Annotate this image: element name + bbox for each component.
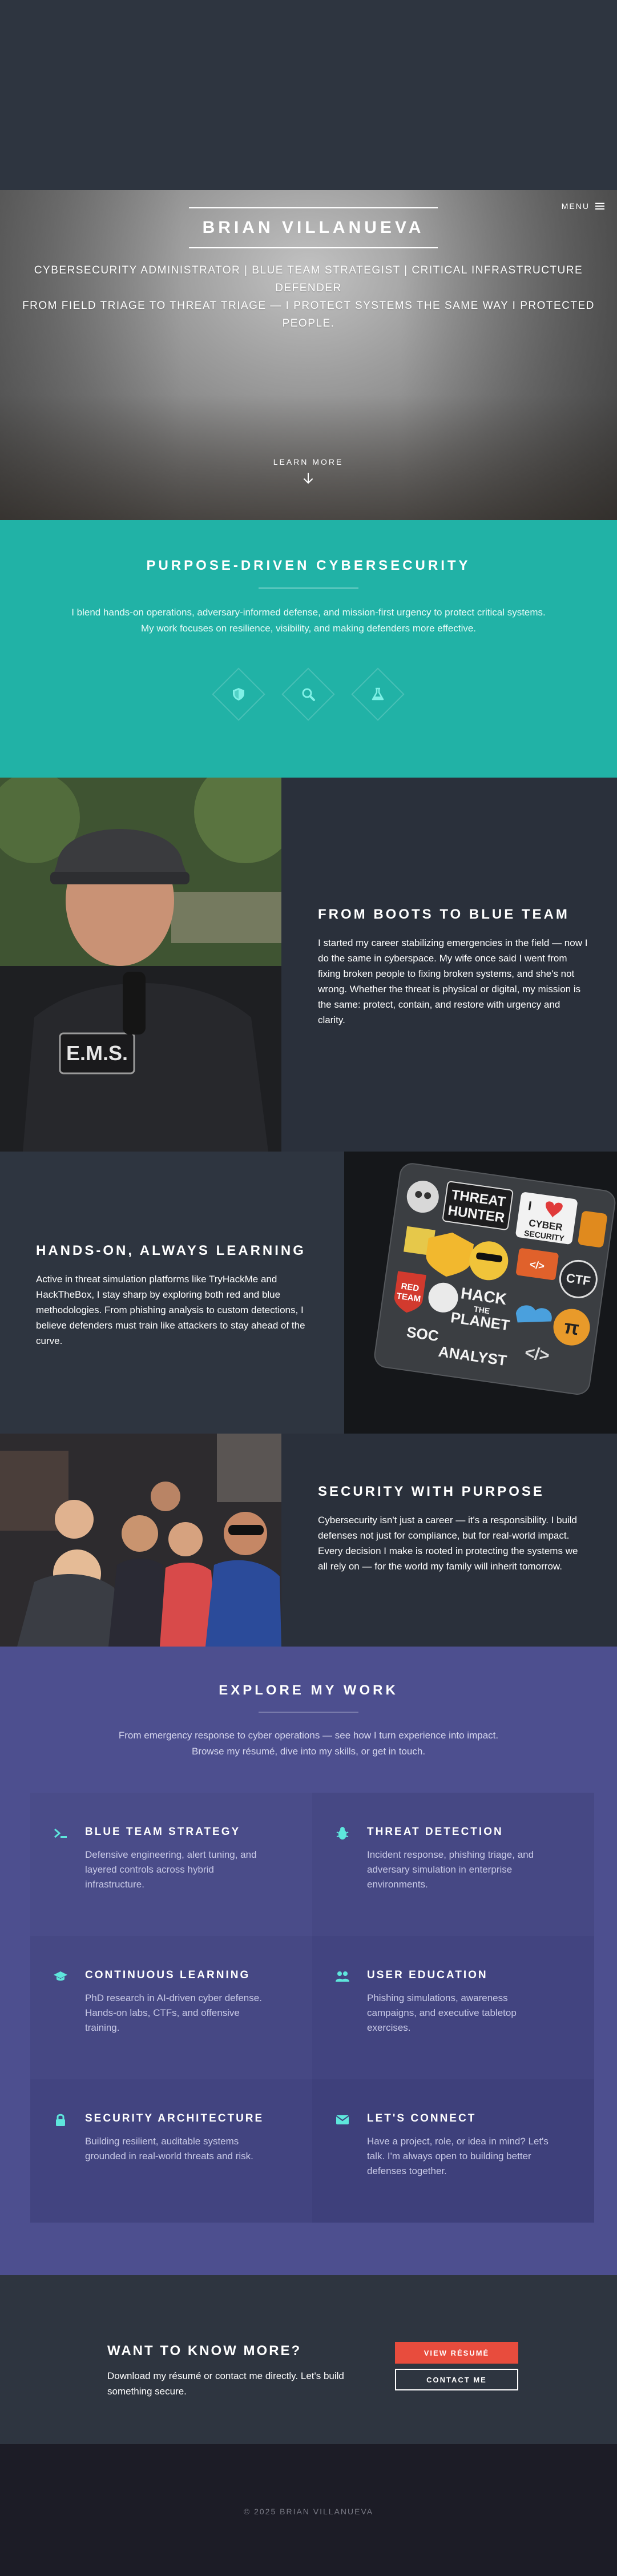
shield-icon (228, 683, 249, 705)
feature-card-blue-team-strategy: BLUE TEAM STRATEGY Defensive engineering… (30, 1793, 312, 1936)
spotlight-heading: FROM BOOTS TO BLUE TEAM (318, 907, 570, 922)
svg-text:</>: </> (523, 1343, 551, 1366)
feature-grid: BLUE TEAM STRATEGY Defensive engineering… (30, 1793, 594, 2223)
feature-text: PhD research in AI-driven cyber defense.… (85, 1993, 262, 2033)
contact-me-button[interactable]: CONTACT ME (395, 2369, 518, 2390)
spotlight-text: HANDS-ON, ALWAYS LEARNING Active in thre… (36, 1243, 310, 1349)
svg-text:</>: </> (529, 1258, 546, 1271)
learn-more-label: LEARN MORE (273, 457, 344, 466)
cta-text: Download my résumé or contact me directl… (107, 2370, 344, 2397)
svg-text:π: π (563, 1316, 580, 1339)
ems-patch-text: E.M.S. (66, 1041, 128, 1065)
page-top-spacer (0, 0, 617, 190)
hero-subtitle-line-2: FROM FIELD TRIAGE TO THREAT TRIAGE — I P… (22, 300, 595, 329)
spotlight-security-with-purpose: SECURITY WITH PURPOSE Cybersecurity isn'… (0, 1434, 617, 1647)
purpose-divider (259, 587, 358, 589)
envelope-icon (335, 2112, 350, 2127)
menu-label: MENU (561, 202, 590, 211)
arrow-down-icon (304, 473, 313, 484)
spotlight-text: FROM BOOTS TO BLUE TEAM I started my car… (318, 907, 588, 1028)
laptop-stickers-photo: THREAT HUNTER I CYBER SECURITY </> CTF R… (344, 1152, 617, 1434)
learn-more-link[interactable]: LEARN MORE (251, 457, 365, 486)
users-icon (335, 1969, 350, 1984)
terminal-icon (53, 1826, 68, 1841)
hero-subtitle: CYBERSECURITY ADMINISTRATOR | BLUE TEAM … (0, 261, 617, 332)
purpose-text-line-1: I blend hands-on operations, adversary-i… (71, 607, 546, 618)
feature-title: BLUE TEAM STRATEGY (85, 1826, 241, 1838)
feature-title: THREAT DETECTION (367, 1826, 503, 1838)
spotlight-body: I started my career stabilizing emergenc… (318, 937, 588, 1025)
feature-card-security-architecture: SECURITY ARCHITECTURE Building resilient… (30, 2079, 312, 2223)
spotlight-heading: HANDS-ON, ALWAYS LEARNING (36, 1243, 306, 1258)
purpose-text-line-2: My work focuses on resilience, visibilit… (140, 623, 477, 634)
feature-card-continuous-learning: CONTINUOUS LEARNING PhD research in AI-d… (30, 1936, 312, 2079)
cta-heading: WANT TO KNOW MORE? (107, 2343, 302, 2358)
feature-card-lets-connect[interactable]: LET'S CONNECT Have a project, role, or i… (312, 2079, 594, 2223)
explore-intro-line-2: Browse my résumé, dive into my skills, o… (191, 1746, 426, 1757)
hamburger-icon (595, 203, 604, 210)
cta-section: WANT TO KNOW MORE? Download my résumé or… (0, 2275, 617, 2444)
feature-title: LET'S CONNECT (367, 2112, 477, 2124)
feature-text: Incident response, phishing triage, and … (367, 1849, 534, 1890)
ems-portrait-photo: E.M.S. (0, 778, 281, 1152)
explore-intro-line-1: From emergency response to cyber operati… (118, 1730, 499, 1741)
spotlight-heading: SECURITY WITH PURPOSE (318, 1484, 545, 1499)
spotlight-hands-on-learning: HANDS-ON, ALWAYS LEARNING Active in thre… (0, 1152, 617, 1434)
purpose-heading: PURPOSE-DRIVEN CYBERSECURITY (146, 558, 471, 573)
feature-title: CONTINUOUS LEARNING (85, 1969, 251, 1981)
menu-button[interactable]: MENU (562, 202, 604, 211)
feature-text: Building resilient, auditable systems gr… (85, 2136, 253, 2162)
purpose-text: I blend hands-on operations, adversary-i… (23, 605, 594, 637)
hero-subtitle-line-1: CYBERSECURITY ADMINISTRATOR | BLUE TEAM … (34, 264, 583, 294)
search-icon (297, 683, 319, 705)
family-group-photo (0, 1434, 281, 1647)
site-footer: © 2025 BRIAN VILLANUEVA (0, 2444, 617, 2576)
shield-icon-frame (212, 667, 265, 721)
explore-section: EXPLORE MY WORK From emergency response … (0, 1647, 617, 2275)
spotlight-body: Cybersecurity isn't just a career — it's… (318, 1515, 578, 1572)
copyright-text: © 2025 BRIAN VILLANUEVA (243, 2507, 374, 2516)
spotlight-text: SECURITY WITH PURPOSE Cybersecurity isn'… (318, 1484, 588, 1574)
feature-card-user-education: USER EDUCATION Phishing simulations, awa… (312, 1936, 594, 2079)
spotlight-boots-to-blue-team: E.M.S. FROM BOOTS TO BLUE TEAM I started… (0, 778, 617, 1152)
explore-heading: EXPLORE MY WORK (219, 1683, 398, 1698)
lock-icon (53, 2112, 68, 2127)
feature-title: USER EDUCATION (367, 1969, 488, 1981)
explore-divider (259, 1712, 358, 1713)
feature-title: SECURITY ARCHITECTURE (85, 2112, 264, 2124)
feature-text: Have a project, role, or idea in mind? L… (367, 2136, 549, 2176)
feature-card-threat-detection: THREAT DETECTION Incident response, phis… (312, 1793, 594, 1936)
hero-title: BRIAN VILLANUEVA (189, 207, 438, 248)
purpose-section: PURPOSE-DRIVEN CYBERSECURITY I blend han… (0, 520, 617, 778)
feature-text: Phishing simulations, awareness campaign… (367, 1993, 517, 2033)
explore-intro: From emergency response to cyber operati… (68, 1728, 549, 1760)
feature-text: Defensive engineering, alert tuning, and… (85, 1849, 257, 1890)
view-resume-button[interactable]: VIEW RÉSUMÉ (395, 2342, 518, 2364)
graduation-cap-icon (53, 1969, 68, 1984)
spotlight-body: Active in threat simulation platforms li… (36, 1274, 305, 1346)
flask-icon (367, 683, 389, 705)
hero-banner: MENU BRIAN VILLANUEVA CYBERSECURITY ADMI… (0, 190, 617, 520)
bug-icon (335, 1826, 350, 1841)
flask-icon-frame (351, 667, 405, 721)
search-icon-frame (281, 667, 335, 721)
